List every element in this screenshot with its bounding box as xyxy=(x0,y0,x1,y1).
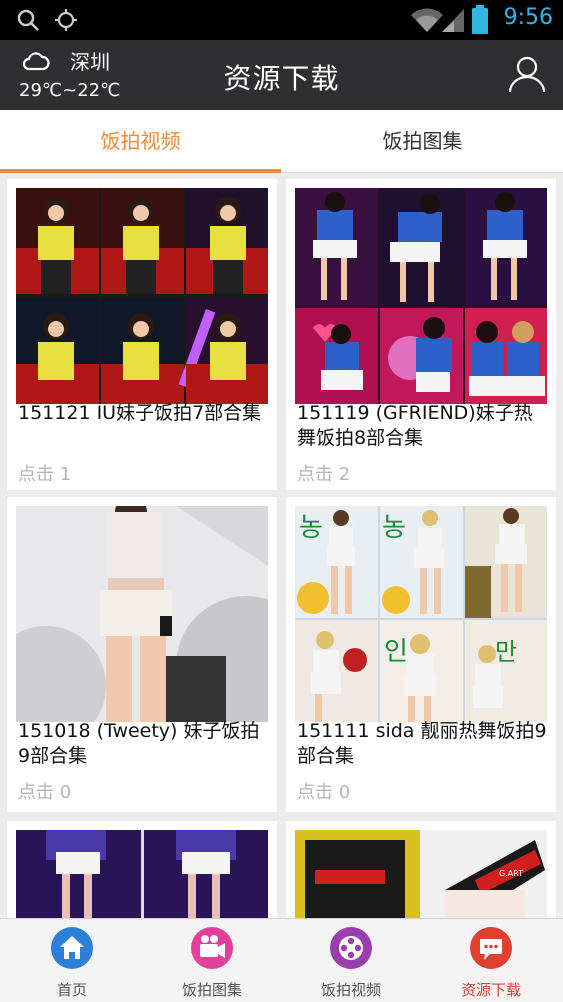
tab-label: 饭拍视频 xyxy=(100,129,181,153)
bottom-navigation: 首页 饭拍图集 饭拍视频 资源下载 xyxy=(0,918,563,1002)
collection-title: 151121 IU妹子饭拍7部合集 xyxy=(18,402,262,424)
collection-card[interactable]: 151121 IU妹子饭拍7部合集 点击 1 xyxy=(7,179,277,490)
svg-text:만: 만 xyxy=(495,638,517,666)
app-header: 深圳 29℃~22℃ 资源下载 xyxy=(0,40,563,110)
location-target-icon xyxy=(55,9,77,31)
collection-thumbnail xyxy=(16,506,268,722)
collection-thumbnail xyxy=(295,188,547,404)
click-count: 点击 0 xyxy=(18,782,72,803)
collection-thumbnail: G.ART xyxy=(295,830,547,918)
category-tabs: 饭拍视频 饭拍图集 xyxy=(0,110,563,173)
collection-card[interactable]: 농 농 인 만 151111 sida 靓丽热舞饭拍9部合集 点击 0 xyxy=(286,497,556,812)
user-profile-icon[interactable] xyxy=(507,54,547,94)
nav-label: 资源下载 xyxy=(460,981,521,999)
collection-thumbnail xyxy=(16,188,268,404)
film-reel-icon xyxy=(330,927,372,969)
home-icon xyxy=(51,927,93,969)
battery-icon xyxy=(472,5,488,34)
svg-text:인: 인 xyxy=(384,637,408,667)
click-count: 点击 2 xyxy=(297,464,351,485)
signal-icon xyxy=(442,9,464,32)
nav-label: 首页 xyxy=(56,981,87,999)
page-title: 资源下载 xyxy=(223,62,340,95)
collection-title: 151119 (GFRIEND)妹子热舞饭拍8部合集 xyxy=(297,402,533,449)
collection-card[interactable]: 151119 (GFRIEND)妹子热舞饭拍8部合集 点击 2 xyxy=(286,179,556,490)
nav-fanpai-gallery[interactable]: 饭拍图集 xyxy=(142,919,282,1002)
collection-card[interactable]: G.ART xyxy=(286,821,556,918)
collection-card[interactable]: 151018 (Tweety) 妹子饭拍9部合集 点击 0 xyxy=(7,497,277,812)
nav-label: 饭拍图集 xyxy=(181,981,242,999)
click-count: 点击 0 xyxy=(297,782,351,803)
status-bar: 9:56 xyxy=(0,0,563,40)
svg-text:G.ART: G.ART xyxy=(499,869,523,878)
collection-title: 151111 sida 靓丽热舞饭拍9部合集 xyxy=(297,720,547,767)
camera-icon xyxy=(191,927,233,969)
svg-text:농: 농 xyxy=(382,513,406,543)
chat-bubble-icon xyxy=(470,927,512,969)
collection-title: 151018 (Tweety) 妹子饭拍9部合集 xyxy=(18,720,260,767)
tab-fanpai-gallery[interactable]: 饭拍图集 xyxy=(282,110,563,173)
tab-fanpai-video[interactable]: 饭拍视频 xyxy=(0,110,281,173)
nav-fanpai-video[interactable]: 饭拍视频 xyxy=(281,919,421,1002)
collection-thumbnail xyxy=(16,830,268,918)
nav-home[interactable]: 首页 xyxy=(2,919,142,1002)
collection-card[interactable] xyxy=(7,821,277,918)
status-time: 9:56 xyxy=(503,5,553,30)
wifi-icon xyxy=(411,8,443,32)
nav-label: 饭拍视频 xyxy=(320,981,381,999)
video-collection-grid: 151121 IU妹子饭拍7部合集 点击 1 151119 (GFRIEND)妹… xyxy=(0,173,563,918)
search-icon xyxy=(17,9,39,31)
collection-thumbnail: 농 농 인 만 xyxy=(295,506,547,722)
click-count: 点击 1 xyxy=(18,464,72,485)
tab-label: 饭拍图集 xyxy=(382,129,463,153)
svg-text:농: 농 xyxy=(299,513,323,543)
nav-resource-download[interactable]: 资源下载 xyxy=(421,919,561,1002)
